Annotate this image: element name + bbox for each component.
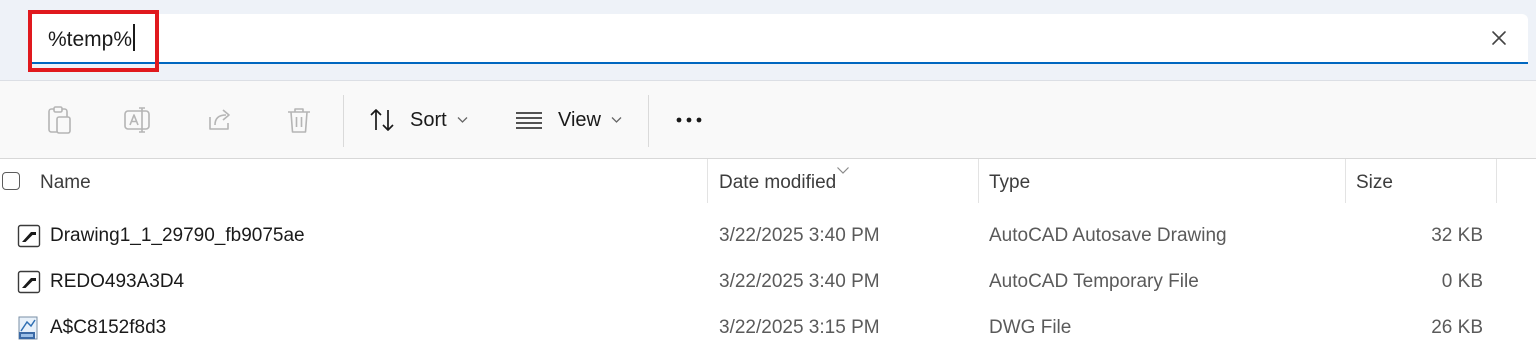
file-name: REDO493A3D4	[50, 271, 185, 292]
file-size: 0 KB	[1441, 271, 1483, 292]
delete-button[interactable]	[284, 103, 314, 137]
trash-icon	[285, 105, 313, 135]
column-header-size[interactable]: Size	[1356, 159, 1393, 207]
file-name: Drawing1_1_29790_fb9075ae	[50, 225, 305, 246]
column-header-row: Name Date modified Type Size	[0, 159, 1536, 207]
sort-icon	[368, 107, 396, 133]
column-header-type[interactable]: Type	[989, 159, 1030, 207]
column-divider[interactable]	[1496, 159, 1497, 203]
autocad-file-icon	[17, 224, 41, 248]
text-caret	[133, 24, 136, 51]
chevron-down-icon	[457, 116, 468, 124]
file-type: AutoCAD Autosave Drawing	[989, 225, 1227, 246]
toolbar-separator	[343, 95, 344, 147]
address-input[interactable]: %temp%	[30, 14, 1528, 64]
file-row[interactable]: REDO493A3D4 3/22/2025 3:40 PM AutoCAD Te…	[0, 259, 1536, 305]
sort-button[interactable]: Sort	[368, 103, 468, 137]
file-size: 32 KB	[1431, 225, 1483, 246]
column-header-name[interactable]: Name	[40, 159, 91, 207]
clipboard-icon	[46, 105, 74, 135]
command-toolbar: Sort View	[0, 81, 1536, 159]
file-list: Name Date modified Type Size Drawing1_1_…	[0, 159, 1536, 355]
chevron-down-icon	[611, 116, 622, 124]
file-date-modified: 3/22/2025 3:15 PM	[719, 317, 880, 338]
sort-label: Sort	[410, 108, 447, 131]
file-row[interactable]: A$C8152f8d3 3/22/2025 3:15 PM DWG File 2…	[0, 305, 1536, 351]
share-button[interactable]	[204, 103, 236, 137]
address-bar-area: %temp%	[0, 0, 1536, 81]
file-row[interactable]: Drawing1_1_29790_fb9075ae 3/22/2025 3:40…	[0, 213, 1536, 259]
share-icon	[205, 105, 235, 135]
address-input-text[interactable]: %temp%	[48, 24, 136, 55]
more-icon	[673, 115, 705, 125]
sort-indicator-icon	[836, 159, 850, 181]
rename-icon	[122, 105, 154, 135]
column-divider[interactable]	[707, 159, 708, 203]
view-label: View	[558, 108, 601, 131]
column-divider[interactable]	[1345, 159, 1346, 203]
view-button[interactable]: View	[514, 103, 622, 137]
view-list-icon	[514, 109, 544, 131]
more-options-button[interactable]	[672, 103, 706, 137]
file-date-modified: 3/22/2025 3:40 PM	[719, 225, 880, 246]
select-all-checkbox[interactable]	[2, 172, 20, 190]
dwg-file-icon	[17, 316, 41, 340]
column-divider[interactable]	[978, 159, 979, 203]
file-date-modified: 3/22/2025 3:40 PM	[719, 271, 880, 292]
file-type: DWG File	[989, 317, 1072, 338]
file-type: AutoCAD Temporary File	[989, 271, 1199, 292]
close-icon[interactable]	[1488, 27, 1510, 49]
file-name: A$C8152f8d3	[50, 317, 167, 338]
autocad-file-icon	[17, 270, 41, 294]
file-size: 26 KB	[1431, 317, 1483, 338]
rename-button[interactable]	[122, 103, 154, 137]
toolbar-separator	[648, 95, 649, 147]
column-header-date-modified[interactable]: Date modified	[719, 159, 836, 207]
copy-button[interactable]	[44, 103, 76, 137]
